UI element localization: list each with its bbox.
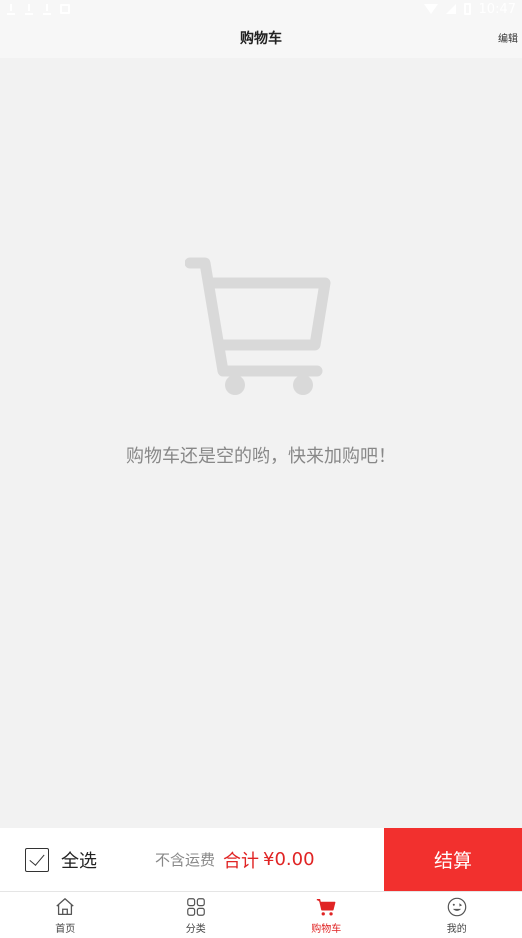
wifi-icon xyxy=(423,4,438,14)
total-label: 合计 xyxy=(223,850,260,872)
bottom-tab-bar: 首页 分类 购物车 我的 xyxy=(0,891,522,938)
tab-cart[interactable]: 购物车 xyxy=(261,892,392,938)
select-all-toggle[interactable]: 全选 xyxy=(25,847,97,873)
status-system: 10:47 xyxy=(423,1,516,17)
download-icon xyxy=(6,4,16,15)
tab-home[interactable]: 首页 xyxy=(0,892,131,938)
category-grid-icon xyxy=(186,897,205,916)
battery-icon xyxy=(463,3,471,15)
notification-icon xyxy=(60,4,70,14)
nav-bar: 购物车 编辑 xyxy=(0,18,522,58)
total-price: ¥0.00 xyxy=(263,849,315,870)
shipping-note: 不含运费 xyxy=(155,851,216,869)
select-all-checkbox[interactable] xyxy=(25,847,49,872)
edit-button[interactable]: 编辑 xyxy=(498,30,518,45)
tab-label: 分类 xyxy=(185,923,206,935)
download-icon xyxy=(24,4,34,15)
status-notifications xyxy=(6,4,70,15)
cart-icon xyxy=(317,898,336,916)
empty-cart-message: 购物车还是空的哟，快来加购吧！ xyxy=(126,446,396,467)
home-icon xyxy=(56,897,74,915)
empty-cart-area: 购物车还是空的哟，快来加购吧！ xyxy=(0,58,522,828)
tab-label: 我的 xyxy=(446,923,467,935)
checkout-button[interactable]: 结算 xyxy=(384,828,522,891)
checkout-bar: 全选 不含运费 合计 ¥0.00 结算 xyxy=(0,828,522,891)
status-time: 10:47 xyxy=(478,1,516,17)
tab-label: 首页 xyxy=(55,923,76,935)
shopping-cart-icon xyxy=(185,257,331,395)
status-bar: 10:47 xyxy=(0,0,522,18)
signal-icon xyxy=(445,4,456,14)
page-title: 购物车 xyxy=(240,31,282,47)
smiley-icon xyxy=(447,897,467,916)
tab-profile[interactable]: 我的 xyxy=(392,892,522,938)
tab-category[interactable]: 分类 xyxy=(131,892,262,938)
select-all-label: 全选 xyxy=(61,850,97,872)
tab-label: 购物车 xyxy=(311,923,342,935)
download-icon xyxy=(42,4,52,15)
